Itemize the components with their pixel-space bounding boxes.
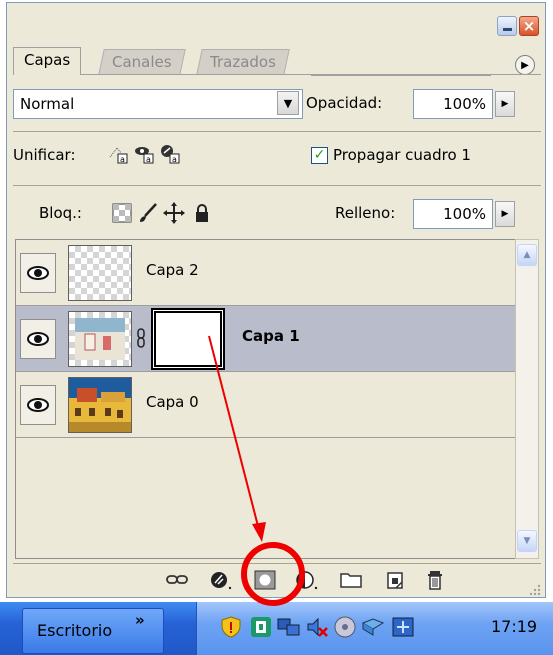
close-button[interactable]: × [519, 16, 539, 36]
layer-row[interactable]: Capa 2 [16, 240, 515, 306]
layers-bottom-toolbar [13, 563, 541, 596]
fill-slider-button[interactable]: ▶ [495, 201, 515, 227]
svg-text:a: a [172, 155, 177, 164]
book-icon[interactable] [361, 615, 385, 639]
svg-text:a: a [120, 155, 125, 164]
layer-row[interactable]: Capa 1 [16, 306, 515, 372]
layer-mask-thumbnail[interactable] [153, 310, 223, 368]
trash-icon[interactable] [423, 569, 447, 591]
layer-thumbnail[interactable] [68, 311, 132, 367]
eye-icon [27, 266, 49, 280]
layer-style-icon[interactable] [209, 569, 233, 591]
windows-taskbar: Escritorio » 17:19 [0, 602, 553, 655]
chain-link-icon[interactable] [136, 328, 146, 348]
photo-thumbnail-icon [69, 378, 131, 432]
link-layers-icon[interactable] [165, 569, 189, 591]
propagate-frame-label: Propagar cuadro 1 [333, 146, 471, 164]
layer-row[interactable]: Capa 0 [16, 372, 515, 438]
visibility-toggle[interactable] [20, 385, 56, 425]
panel-menu-button[interactable]: ▶ [515, 55, 535, 75]
network-computers-icon[interactable] [277, 615, 301, 639]
adjustment-layer-icon[interactable] [295, 569, 319, 591]
chevron-up-icon: ▲ [523, 250, 531, 260]
new-layer-icon[interactable] [383, 569, 407, 591]
bluetooth-settings-icon[interactable] [391, 615, 415, 639]
blend-row: Normal ▼ Opacidad: 100% ▶ [13, 89, 541, 121]
folder-icon[interactable] [339, 569, 363, 591]
brush-icon[interactable] [137, 202, 159, 224]
security-shield-icon[interactable] [219, 615, 243, 639]
taskbar-clock: 17:19 [491, 617, 538, 636]
desktop-toolbar-button[interactable]: Escritorio » [22, 608, 164, 654]
tab-canales[interactable]: Canales [98, 49, 186, 75]
opacity-label: Opacidad: [306, 94, 383, 112]
lock-label: Bloq.: [39, 204, 82, 222]
disc-icon[interactable] [333, 615, 357, 639]
fill-label: Relleno: [335, 204, 396, 222]
opacity-slider-button[interactable]: ▶ [495, 91, 515, 117]
panel-tab-bar: Capas Canales Trazados ▶ [13, 45, 541, 76]
visibility-toggle[interactable] [20, 319, 56, 359]
resize-grip-icon[interactable] [527, 582, 541, 596]
unify-style-icon[interactable]: a [159, 143, 181, 165]
visibility-toggle[interactable] [20, 253, 56, 293]
tab-trazados[interactable]: Trazados [196, 49, 290, 75]
scroll-up-button[interactable]: ▲ [517, 244, 537, 266]
move-icon[interactable] [163, 202, 185, 224]
unify-row: Unificar: a a a ✓ Propagar cuadro 1 [13, 143, 541, 173]
layer-thumbnail[interactable] [68, 377, 132, 433]
desktop-label: Escritorio [37, 621, 113, 640]
divider [13, 185, 541, 186]
toolbar-chevron[interactable]: » [135, 611, 145, 629]
unify-visibility-icon[interactable]: a [133, 143, 155, 165]
triangle-right-icon: ▶ [501, 99, 509, 109]
layer-name[interactable]: Capa 1 [242, 327, 300, 345]
fill-input[interactable]: 100% [413, 199, 493, 229]
close-icon: × [522, 16, 536, 35]
lock-transparency-icon[interactable] [111, 202, 133, 224]
propagate-frame-checkbox[interactable]: ✓ [311, 147, 328, 164]
unify-position-icon[interactable]: a [107, 143, 129, 165]
eye-icon [27, 398, 49, 412]
blend-mode-dropdown-button[interactable]: ▼ [277, 91, 299, 115]
layer-thumbnail[interactable] [68, 245, 132, 301]
panel-title-bar: × [7, 3, 545, 43]
opacity-input[interactable]: 100% [413, 89, 493, 119]
layers-list: Capa 2 Capa 1 Capa 0 [15, 239, 515, 559]
blend-mode-select[interactable]: Normal [13, 89, 303, 119]
minimize-button[interactable] [497, 16, 517, 36]
triangle-right-icon: ▶ [501, 209, 509, 219]
system-tray: 17:19 [196, 602, 553, 655]
layers-panel: × Capas Canales Trazados ▶ Normal ▼ Opac… [6, 2, 546, 598]
checkmark-icon: ✓ [313, 147, 326, 163]
tab-baseline [13, 74, 541, 75]
layers-scrollbar[interactable]: ▲ ▼ [515, 239, 539, 559]
add-layer-mask-icon[interactable] [253, 569, 277, 591]
triangle-right-icon: ▶ [521, 59, 529, 71]
volume-muted-icon[interactable] [305, 615, 329, 639]
divider [13, 131, 541, 132]
minimize-icon [502, 27, 512, 31]
lock-row: Bloq.: Relleno: 100% ▶ [13, 199, 541, 231]
eye-icon [27, 332, 49, 346]
layer-name[interactable]: Capa 2 [146, 261, 199, 279]
tab-capas[interactable]: Capas [13, 47, 82, 75]
network-app-icon[interactable] [249, 615, 273, 639]
svg-text:a: a [146, 155, 151, 164]
chevron-down-icon: ▼ [283, 96, 293, 110]
scroll-down-button[interactable]: ▼ [517, 530, 537, 552]
lock-icon[interactable] [191, 202, 213, 224]
photo-thumbnail-icon [75, 318, 125, 360]
chevron-down-icon: ▼ [523, 536, 531, 546]
unify-label: Unificar: [13, 146, 76, 164]
layer-name[interactable]: Capa 0 [146, 393, 199, 411]
